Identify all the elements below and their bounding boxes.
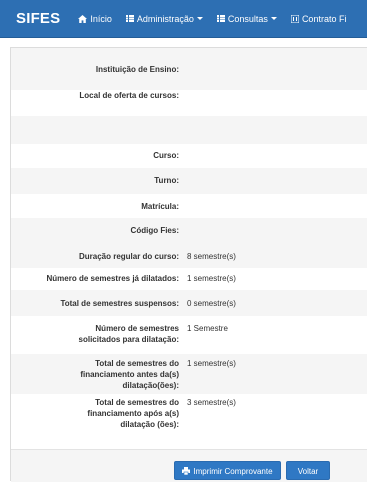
nav-item-inicio[interactable]: Início bbox=[78, 14, 112, 24]
row-antes: Total de semestres do financiamento ante… bbox=[11, 354, 367, 394]
field-label: Número de semestres já dilatados: bbox=[46, 274, 180, 283]
field-value: 1 semestre(s) bbox=[187, 359, 236, 368]
row-curso: Curso: bbox=[11, 144, 367, 168]
chevron-down-icon bbox=[270, 17, 277, 20]
field-label: Código Fies: bbox=[130, 226, 179, 235]
back-button[interactable]: Voltar bbox=[286, 461, 330, 480]
field-value: 8 semestre(s) bbox=[187, 252, 236, 261]
nav-item-label: Contrato Fi bbox=[301, 13, 347, 24]
row-codigo-text: Código Fies: bbox=[11, 218, 367, 244]
print-receipt-button[interactable]: Imprimir Comprovante bbox=[174, 461, 281, 480]
field-label: Total de semestres do financiamento após… bbox=[87, 398, 179, 429]
form-actions: Imprimir Comprovante Voltar bbox=[11, 449, 367, 482]
nav-item-label: Administração bbox=[136, 13, 194, 24]
row-empty-10 bbox=[11, 116, 367, 143]
nav-item-label: Consultas bbox=[227, 13, 268, 24]
brand-logo[interactable]: SIFES bbox=[16, 10, 60, 27]
field-label: Total de semestres do financiamento ante… bbox=[80, 359, 179, 390]
field-label: Local de oferta de cursos: bbox=[79, 91, 179, 100]
row-turno: Turno: bbox=[11, 168, 367, 194]
row-matricula: Matrícula: bbox=[11, 194, 367, 218]
field-label: Total de semestres suspensos: bbox=[60, 299, 179, 308]
details-panel: Instituição de Ensino: Local de oferta d… bbox=[10, 47, 367, 482]
field-value: 1 Semestre bbox=[187, 324, 228, 333]
field-value: 0 semestre(s) bbox=[187, 299, 236, 308]
row-local-oferta: Local de oferta de cursos: bbox=[11, 90, 367, 116]
home-icon bbox=[78, 14, 88, 23]
field-value: 3 semestre(s) bbox=[187, 398, 236, 407]
row-instituicao: Instituição de Ensino: bbox=[11, 48, 367, 90]
nav-item-contrato[interactable]: Contrato Fi bbox=[290, 13, 347, 24]
row-dilatados: Número de semestres já dilatados: 1 seme… bbox=[11, 268, 367, 290]
row-duracao: Duração regular do curso: 8 semestre(s) bbox=[11, 244, 367, 268]
top-navbar: SIFES Início Administração Consultas Con… bbox=[0, 0, 367, 38]
field-label: Turno: bbox=[154, 176, 179, 185]
field-value: 1 semestre(s) bbox=[187, 274, 236, 283]
field-label: Duração regular do curso: bbox=[78, 252, 179, 261]
nav-item-label: Início bbox=[90, 13, 112, 24]
nav-item-consultas[interactable]: Consultas bbox=[216, 13, 277, 24]
printer-icon bbox=[182, 467, 191, 475]
nav-item-administracao[interactable]: Administração bbox=[125, 13, 203, 24]
field-label: Número de semestres solicitados para dil… bbox=[78, 324, 179, 344]
chevron-down-icon bbox=[196, 17, 203, 20]
back-button-label: Voltar bbox=[297, 467, 319, 476]
row-apos: Total de semestres do financiamento após… bbox=[11, 394, 367, 449]
document-icon bbox=[290, 14, 299, 23]
field-label: Matrícula: bbox=[141, 202, 179, 211]
row-solicitados: Número de semestres solicitados para dil… bbox=[11, 316, 367, 354]
field-label: Instituição de Ensino: bbox=[95, 65, 179, 74]
print-button-label: Imprimir Comprovante bbox=[193, 467, 273, 476]
field-label: Curso: bbox=[153, 151, 179, 160]
row-suspensos: Total de semestres suspensos: 0 semestre… bbox=[11, 290, 367, 316]
list-icon bbox=[216, 15, 225, 22]
list-icon bbox=[125, 15, 134, 22]
